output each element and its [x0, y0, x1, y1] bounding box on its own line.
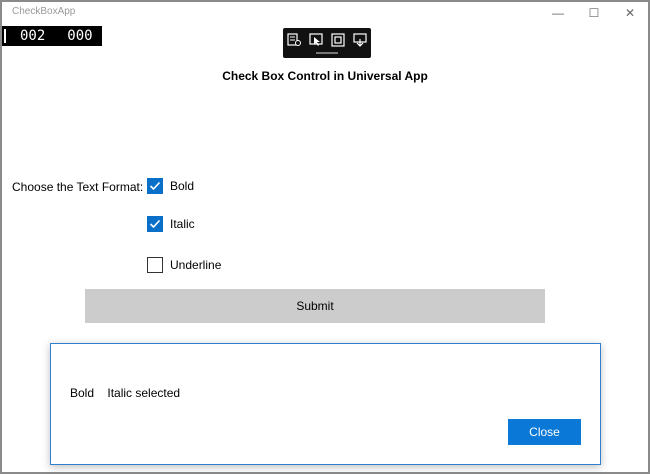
close-window-button[interactable]: ✕ — [612, 2, 648, 24]
italic-checkbox[interactable]: Italic — [147, 216, 195, 232]
minimize-button[interactable]: — — [540, 2, 576, 24]
dialog-message: Bold Italic selected — [70, 386, 181, 400]
checkbox-italic-label: Italic — [170, 217, 195, 231]
frame-counter-value-a: 002 — [20, 28, 46, 44]
maximize-button[interactable]: ☐ — [576, 2, 612, 24]
checkbox-italic-box[interactable] — [147, 216, 163, 232]
checkbox-bold-label: Bold — [170, 179, 195, 193]
track-focused-element-icon[interactable] — [351, 32, 369, 48]
debug-toolbar — [283, 28, 371, 58]
display-layout-adorners-icon[interactable] — [329, 32, 347, 48]
text-format-label: Choose the Text Format: — [12, 180, 144, 194]
checkmark-icon — [149, 219, 161, 229]
frame-counter-marker — [4, 29, 6, 43]
maximize-icon: ☐ — [588, 6, 600, 20]
frame-counter-value-b: 000 — [67, 28, 93, 44]
toolbar-grip[interactable] — [316, 52, 338, 54]
message-dialog: Bold Italic selected Close — [50, 343, 601, 465]
select-element-icon[interactable] — [307, 32, 325, 48]
checkbox-bold-box[interactable] — [147, 178, 163, 194]
window-title: CheckBoxApp — [12, 6, 76, 17]
live-visual-tree-icon[interactable] — [285, 32, 303, 48]
checkmark-icon — [149, 181, 161, 191]
bold-checkbox[interactable]: Bold — [147, 178, 194, 194]
minimize-icon: — — [552, 6, 564, 20]
checkbox-underline-box[interactable] — [147, 257, 163, 273]
frame-rate-counter: 002 000 — [2, 26, 102, 46]
submit-button[interactable]: Submit — [85, 289, 545, 323]
app-window: CheckBoxApp — ☐ ✕ 002 000 Check Box Cont… — [0, 0, 650, 474]
checkbox-underline-label: Underline — [170, 258, 222, 272]
title-bar[interactable]: CheckBoxApp — ☐ ✕ — [2, 2, 648, 24]
underline-checkbox[interactable]: Underline — [147, 257, 221, 273]
page-title: Check Box Control in Universal App — [222, 69, 428, 83]
close-icon: ✕ — [624, 6, 636, 20]
close-button[interactable]: Close — [508, 419, 581, 445]
